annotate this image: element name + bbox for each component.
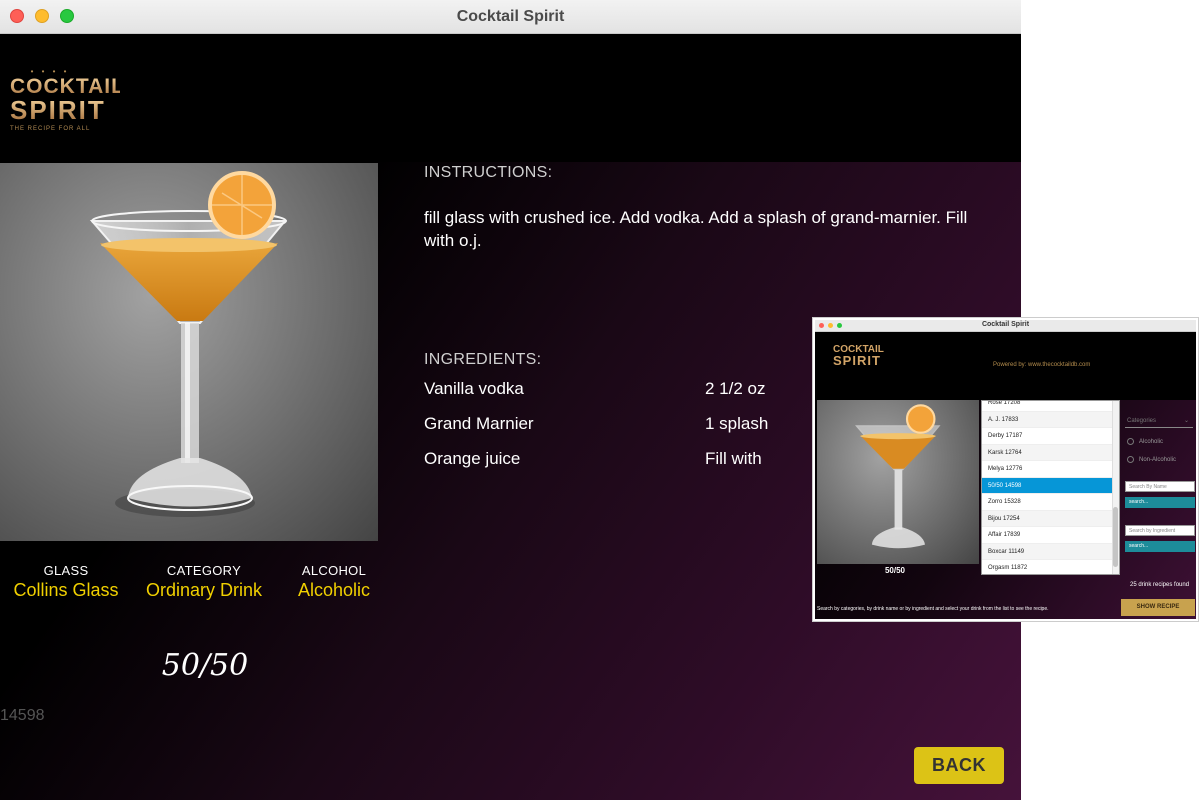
list-item: Karsk 12764 xyxy=(982,444,1113,461)
radio-label: Non-Alcoholic xyxy=(1139,457,1177,464)
list-item-selected: 50/50 14598 xyxy=(982,477,1113,494)
alcohol-value: Alcoholic xyxy=(297,580,371,600)
window-title: Cocktail Spirit xyxy=(456,8,565,25)
list-item: A. J. 17833 xyxy=(982,411,1113,428)
logo: • • • • COCKTAIL SPIRIT THE RECIPE FOR A… xyxy=(10,67,124,132)
list-item: Bijou 17254 xyxy=(982,510,1113,527)
inset-body: COCKTAIL SPIRIT Powered by: www.thecockt… xyxy=(815,332,1196,619)
drink-name: 50/50 xyxy=(161,648,249,683)
inset-search-name-button: search... xyxy=(1125,497,1195,508)
inset-search-ingredient-button: search... xyxy=(1125,541,1195,552)
inset-results-count: 25 drink recipes found xyxy=(1130,582,1190,588)
list-item: Derby 17187 xyxy=(982,428,1113,445)
ingredient-row: Vanilla vodka 2 1/2 oz xyxy=(424,379,804,401)
inset-drink-name: 50/50 xyxy=(884,566,906,575)
inset-show-recipe-button: SHOW RECIPE xyxy=(1121,599,1195,616)
inset-drink-list: Rose 17208 A. J. 17833 Derby 17187 Karsk… xyxy=(981,400,1120,575)
inset-radio-non-alcoholic: Non-Alcoholic xyxy=(1127,456,1176,463)
radio-label: Alcoholic xyxy=(1139,439,1164,446)
scrollbar-thumb xyxy=(1113,507,1118,567)
inset-logo: COCKTAIL SPIRIT xyxy=(833,344,893,367)
inset-radio-alcoholic: Alcoholic xyxy=(1127,438,1163,445)
alcohol-label: ALCOHOL xyxy=(301,563,367,578)
instructions-text: fill glass with crushed ice. Add vodka. … xyxy=(424,208,968,250)
list-item: Affair 17839 xyxy=(982,527,1113,544)
ingredient-measure: 2 1/2 oz xyxy=(705,379,766,398)
inset-screenshot: Cocktail Spirit COCKTAIL SPIRIT Powered … xyxy=(813,318,1198,621)
ingredient-name: Orange juice xyxy=(424,449,521,468)
inset-martini-illustration xyxy=(855,404,941,549)
ingredient-row: Orange juice Fill with xyxy=(424,449,804,471)
martini-glass-illustration xyxy=(89,171,288,517)
list-item: Melya 12776 xyxy=(982,461,1113,478)
list-item: Boxcar 11149 xyxy=(982,543,1113,560)
inset-list-scrollbar xyxy=(1112,401,1119,574)
inset-categories-dropdown: Categories ⌄ xyxy=(1125,414,1193,428)
inset-window-title: Cocktail Spirit xyxy=(981,321,1030,328)
ingredient-name: Vanilla vodka xyxy=(424,379,524,398)
drink-image xyxy=(0,163,378,541)
chevron-down-icon: ⌄ xyxy=(1183,418,1189,424)
categories-label: Categories xyxy=(1127,418,1157,424)
list-item: Orgasm 11872 xyxy=(982,560,1113,574)
ingredient-measure: Fill with xyxy=(705,449,762,468)
radio-icon xyxy=(1127,438,1134,445)
inset-logo-line-spirit: SPIRIT xyxy=(833,353,881,368)
inset-hint-text: Search by categories, by drink name or b… xyxy=(817,606,1049,612)
ingredients-heading: INGREDIENTS: xyxy=(424,351,542,368)
ingredient-measure: 1 splash xyxy=(705,414,769,433)
inset-search-name-field: Search By Name xyxy=(1125,481,1195,492)
logo-tagline: THE RECIPE FOR ALL xyxy=(10,126,91,132)
inset-powered-by: Powered by: www.thecocktaildb.com xyxy=(993,362,1091,368)
inset-search-ingredient-field: Search by Ingredient xyxy=(1125,525,1195,536)
back-button[interactable]: BACK xyxy=(914,747,1004,784)
drink-id: 14598 xyxy=(0,707,45,724)
logo-line-spirit: SPIRIT xyxy=(10,97,120,123)
list-item: Rose 17208 xyxy=(982,401,1113,412)
ingredient-row: Grand Marnier 1 splash xyxy=(424,414,804,436)
instructions-heading: INSTRUCTIONS: xyxy=(424,164,553,181)
inset-drink-image xyxy=(817,400,979,564)
inset-title-bar: Cocktail Spirit xyxy=(815,320,1196,332)
ingredient-name: Grand Marnier xyxy=(424,414,534,433)
radio-icon xyxy=(1127,456,1134,463)
list-item: Zorro 15328 xyxy=(982,494,1113,511)
alcohol-info: ALCOHOL Alcoholic xyxy=(254,563,414,601)
title-bar: Cocktail Spirit xyxy=(0,0,1021,34)
